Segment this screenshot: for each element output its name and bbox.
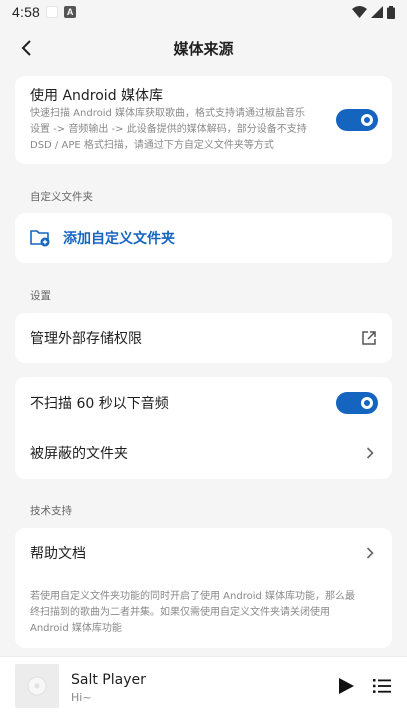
skip-short-audio-row[interactable]: 不扫描 60 秒以下音频 — [15, 378, 392, 428]
status-bar: 4:58 A — [0, 0, 407, 24]
custom-folder-card: 添加自定义文件夹 — [15, 213, 392, 263]
support-card: 帮助文档 若使用自定义文件夹功能的同时开启了使用 Android 媒体库功能，那… — [15, 528, 392, 648]
help-docs-row[interactable]: 帮助文档 — [15, 528, 392, 578]
app-bar: 媒体来源 — [0, 28, 407, 68]
manage-storage-permission-row[interactable]: 管理外部存储权限 — [15, 313, 392, 363]
back-button[interactable] — [14, 36, 38, 60]
chevron-right-icon — [366, 447, 374, 459]
notification-icon — [46, 6, 59, 18]
external-link-icon — [362, 331, 376, 345]
custom-folder-section-label: 自定义文件夹 — [30, 191, 93, 203]
note-line: Android 媒体库功能 — [30, 623, 122, 634]
a-notification-icon: A — [64, 6, 77, 18]
desc-line: 设置 -> 音频输出 -> 此设备提供的媒体解码，部分设备不支持 — [30, 124, 307, 135]
chevron-right-icon — [366, 547, 374, 559]
player-track-subtitle: Hi~ — [71, 691, 92, 704]
back-arrow-icon — [21, 40, 31, 56]
add-custom-folder-label: 添加自定义文件夹 — [63, 231, 175, 247]
add-folder-icon — [30, 230, 50, 247]
wifi-icon — [352, 6, 367, 18]
android-media-library-card: 使用 Android 媒体库 快速扫描 Android 媒体库获取歌曲，格式支持… — [15, 76, 392, 164]
player-track-title: Salt Player — [71, 672, 146, 688]
settings-section-label: 设置 — [30, 290, 51, 302]
note-line: 终扫描到的歌曲为二者并集。如果仅需使用自定义文件夹请关闭使用 — [30, 607, 330, 618]
blocked-folders-row[interactable]: 被屏蔽的文件夹 — [15, 428, 392, 478]
support-section-label: 技术支持 — [30, 505, 72, 517]
blocked-folders-label: 被屏蔽的文件夹 — [30, 446, 128, 462]
skip-short-audio-label: 不扫描 60 秒以下音频 — [30, 396, 169, 412]
album-art — [15, 664, 59, 708]
android-media-library-toggle[interactable] — [336, 109, 378, 131]
add-custom-folder-button[interactable]: 添加自定义文件夹 — [15, 213, 392, 263]
skip-short-audio-toggle[interactable] — [336, 392, 378, 414]
status-time: 4:58 — [12, 4, 41, 20]
play-icon[interactable] — [337, 677, 355, 695]
manage-storage-card: 管理外部存储权限 — [15, 313, 392, 363]
desc-line: 快速扫描 Android 媒体库获取歌曲，格式支持请通过椒盐音乐 — [30, 108, 306, 119]
note-line: 若使用自定义文件夹功能的同时开启了使用 Android 媒体库功能，那么最 — [30, 591, 356, 602]
desc-line: DSD / APE 格式扫描，请通过下方自定义文件夹等方式 — [30, 140, 274, 151]
manage-storage-permission-label: 管理外部存储权限 — [30, 331, 142, 347]
battery-icon — [387, 5, 395, 19]
toggle-knob — [361, 397, 373, 409]
toggle-knob — [361, 114, 373, 126]
android-media-library-desc: 快速扫描 Android 媒体库获取歌曲，格式支持请通过椒盐音乐 设置 -> 音… — [30, 106, 335, 154]
scan-filter-card: 不扫描 60 秒以下音频 被屏蔽的文件夹 — [15, 377, 392, 479]
playlist-icon[interactable] — [373, 679, 391, 693]
support-note: 若使用自定义文件夹功能的同时开启了使用 Android 媒体库功能，那么最 终扫… — [30, 589, 385, 637]
page-title: 媒体来源 — [173, 39, 234, 58]
android-media-library-title: 使用 Android 媒体库 — [30, 88, 164, 104]
signal-icon — [371, 6, 383, 18]
disc-icon — [27, 676, 47, 696]
help-docs-label: 帮助文档 — [30, 546, 86, 562]
mini-player[interactable]: Salt Player Hi~ — [0, 656, 407, 723]
